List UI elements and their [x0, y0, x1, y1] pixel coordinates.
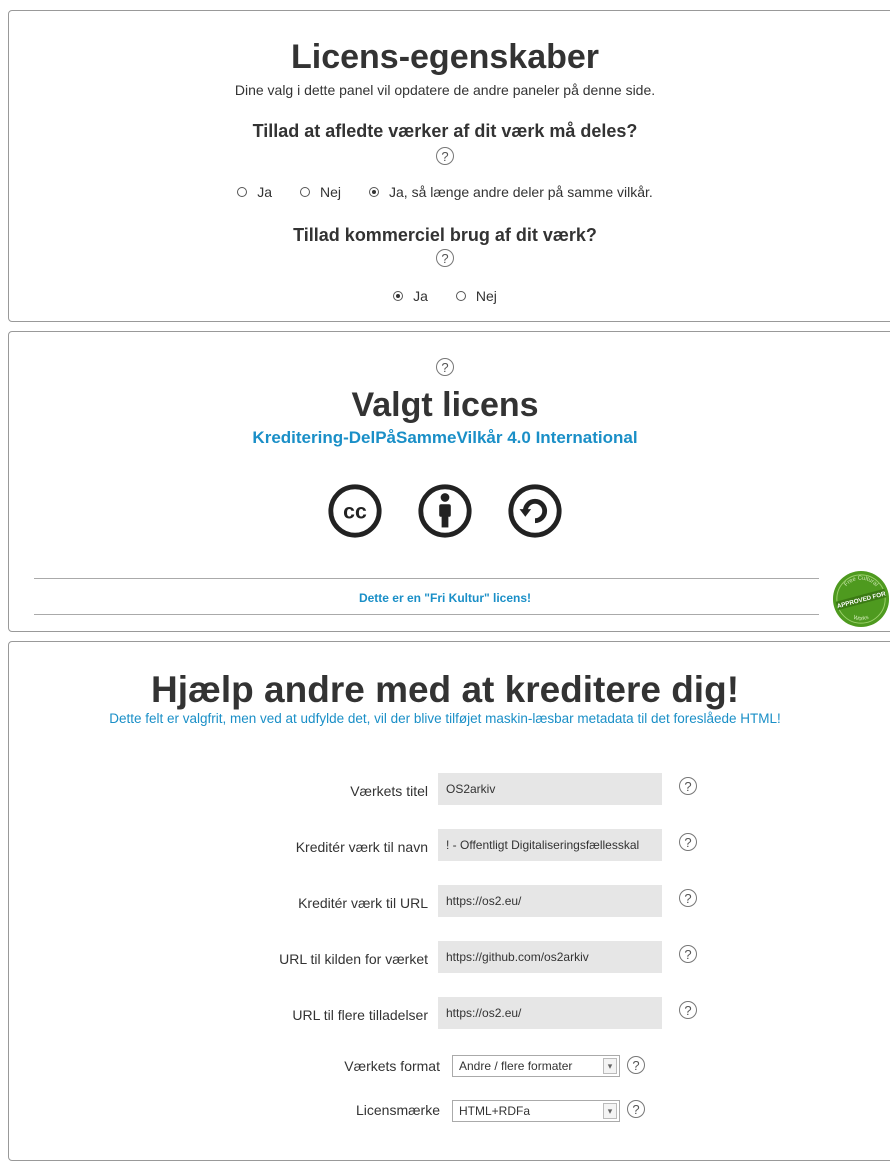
field-input[interactable]: https://github.com/os2arkiv	[438, 941, 662, 973]
field-input[interactable]: https://os2.eu/	[438, 885, 662, 917]
help-icon[interactable]: ?	[627, 1100, 645, 1118]
help-icon[interactable]: ?	[627, 1056, 645, 1074]
field-input[interactable]: OS2arkiv	[438, 773, 662, 805]
commercial-radio-label: Nej	[475, 288, 497, 304]
attribution-subtitle: Dette felt er valgfrit, men ved at udfyl…	[109, 711, 781, 726]
radio-circle[interactable]	[369, 187, 379, 197]
radio-circle[interactable]	[237, 187, 248, 197]
field-label: URL til kilden for værket	[279, 951, 428, 967]
help-icon[interactable]: ?	[679, 889, 697, 907]
question-derivatives: Tillad at afledte værker af dit værk må …	[252, 121, 638, 141]
cc-icon: cc	[328, 484, 382, 538]
chevron-down-icon: ▾	[603, 1103, 617, 1119]
license-properties-subtitle: Dine valg i dette panel vil opdatere de …	[234, 82, 656, 98]
license-mark-label: Licensmærke	[355, 1102, 440, 1118]
derivatives-radio-label: Ja	[257, 184, 272, 200]
attribution-title: Hjælp andre med at kreditere dig!	[150, 669, 740, 710]
help-icon[interactable]: ?	[679, 777, 697, 795]
derivatives-radio-label: Ja, så længe andre deler på samme vilkår…	[389, 184, 653, 200]
free-culture-badge[interactable]: Free Cultural APPROVED FOR Works	[832, 570, 890, 628]
license-properties-title: Licens-egenskaber	[290, 38, 600, 76]
help-icon[interactable]: ?	[436, 147, 454, 165]
license-mark-select-value: HTML+RDFa	[459, 1104, 531, 1118]
license-name-link[interactable]: Kreditering-DelPåSammeVilkår 4.0 Interna…	[0, 428, 890, 448]
field-label: Kreditér værk til navn	[295, 839, 428, 855]
derivatives-radio-label: Nej	[319, 184, 341, 200]
help-icon[interactable]: ?	[679, 945, 697, 963]
license-mark-select[interactable]: HTML+RDFa ▾	[452, 1100, 620, 1122]
share-alike-icon	[508, 484, 562, 538]
derivatives-radio-1[interactable]: Nej	[299, 184, 341, 200]
format-label: Værkets format	[344, 1058, 440, 1074]
help-icon[interactable]: ?	[436, 249, 454, 267]
help-icon[interactable]: ?	[679, 1001, 697, 1019]
field-input[interactable]: ! - Offentligt Digitaliseringsfællesskal	[438, 829, 662, 861]
radio-circle[interactable]	[393, 291, 404, 301]
help-icon[interactable]: ?	[679, 833, 697, 851]
selected-license-title: Valgt licens	[351, 386, 539, 424]
format-select[interactable]: Andre / flere formater ▾	[452, 1055, 620, 1077]
license-icons: cc	[0, 482, 890, 540]
commercial-radio-group: Ja Nej	[0, 288, 890, 304]
divider	[34, 578, 819, 579]
attribution-icon	[418, 484, 472, 538]
commercial-radio-label: Ja	[413, 288, 428, 304]
divider	[34, 614, 819, 615]
format-select-value: Andre / flere formater	[459, 1059, 573, 1073]
field-label: URL til flere tilladelser	[292, 1007, 428, 1023]
radio-circle[interactable]	[299, 187, 310, 197]
question-commercial: Tillad kommerciel brug af dit værk?	[293, 225, 597, 245]
field-label: Kreditér værk til URL	[298, 895, 428, 911]
derivatives-radio-2[interactable]: Ja, så længe andre deler på samme vilkår…	[369, 184, 653, 200]
svg-text:cc: cc	[343, 500, 367, 524]
commercial-radio-1[interactable]: Nej	[455, 288, 497, 304]
derivatives-radio-group: Ja Nej Ja, så længe andre deler på samme v…	[0, 184, 890, 200]
commercial-radio-0[interactable]: Ja	[393, 288, 428, 304]
radio-circle[interactable]	[455, 291, 466, 301]
chevron-down-icon: ▾	[603, 1058, 617, 1074]
field-label: Værkets titel	[350, 783, 428, 799]
help-icon[interactable]: ?	[436, 358, 454, 376]
free-culture-link[interactable]: Dette er en "Fri Kultur" licens!	[0, 591, 890, 605]
field-input[interactable]: https://os2.eu/	[438, 997, 662, 1029]
derivatives-radio-0[interactable]: Ja	[237, 184, 272, 200]
